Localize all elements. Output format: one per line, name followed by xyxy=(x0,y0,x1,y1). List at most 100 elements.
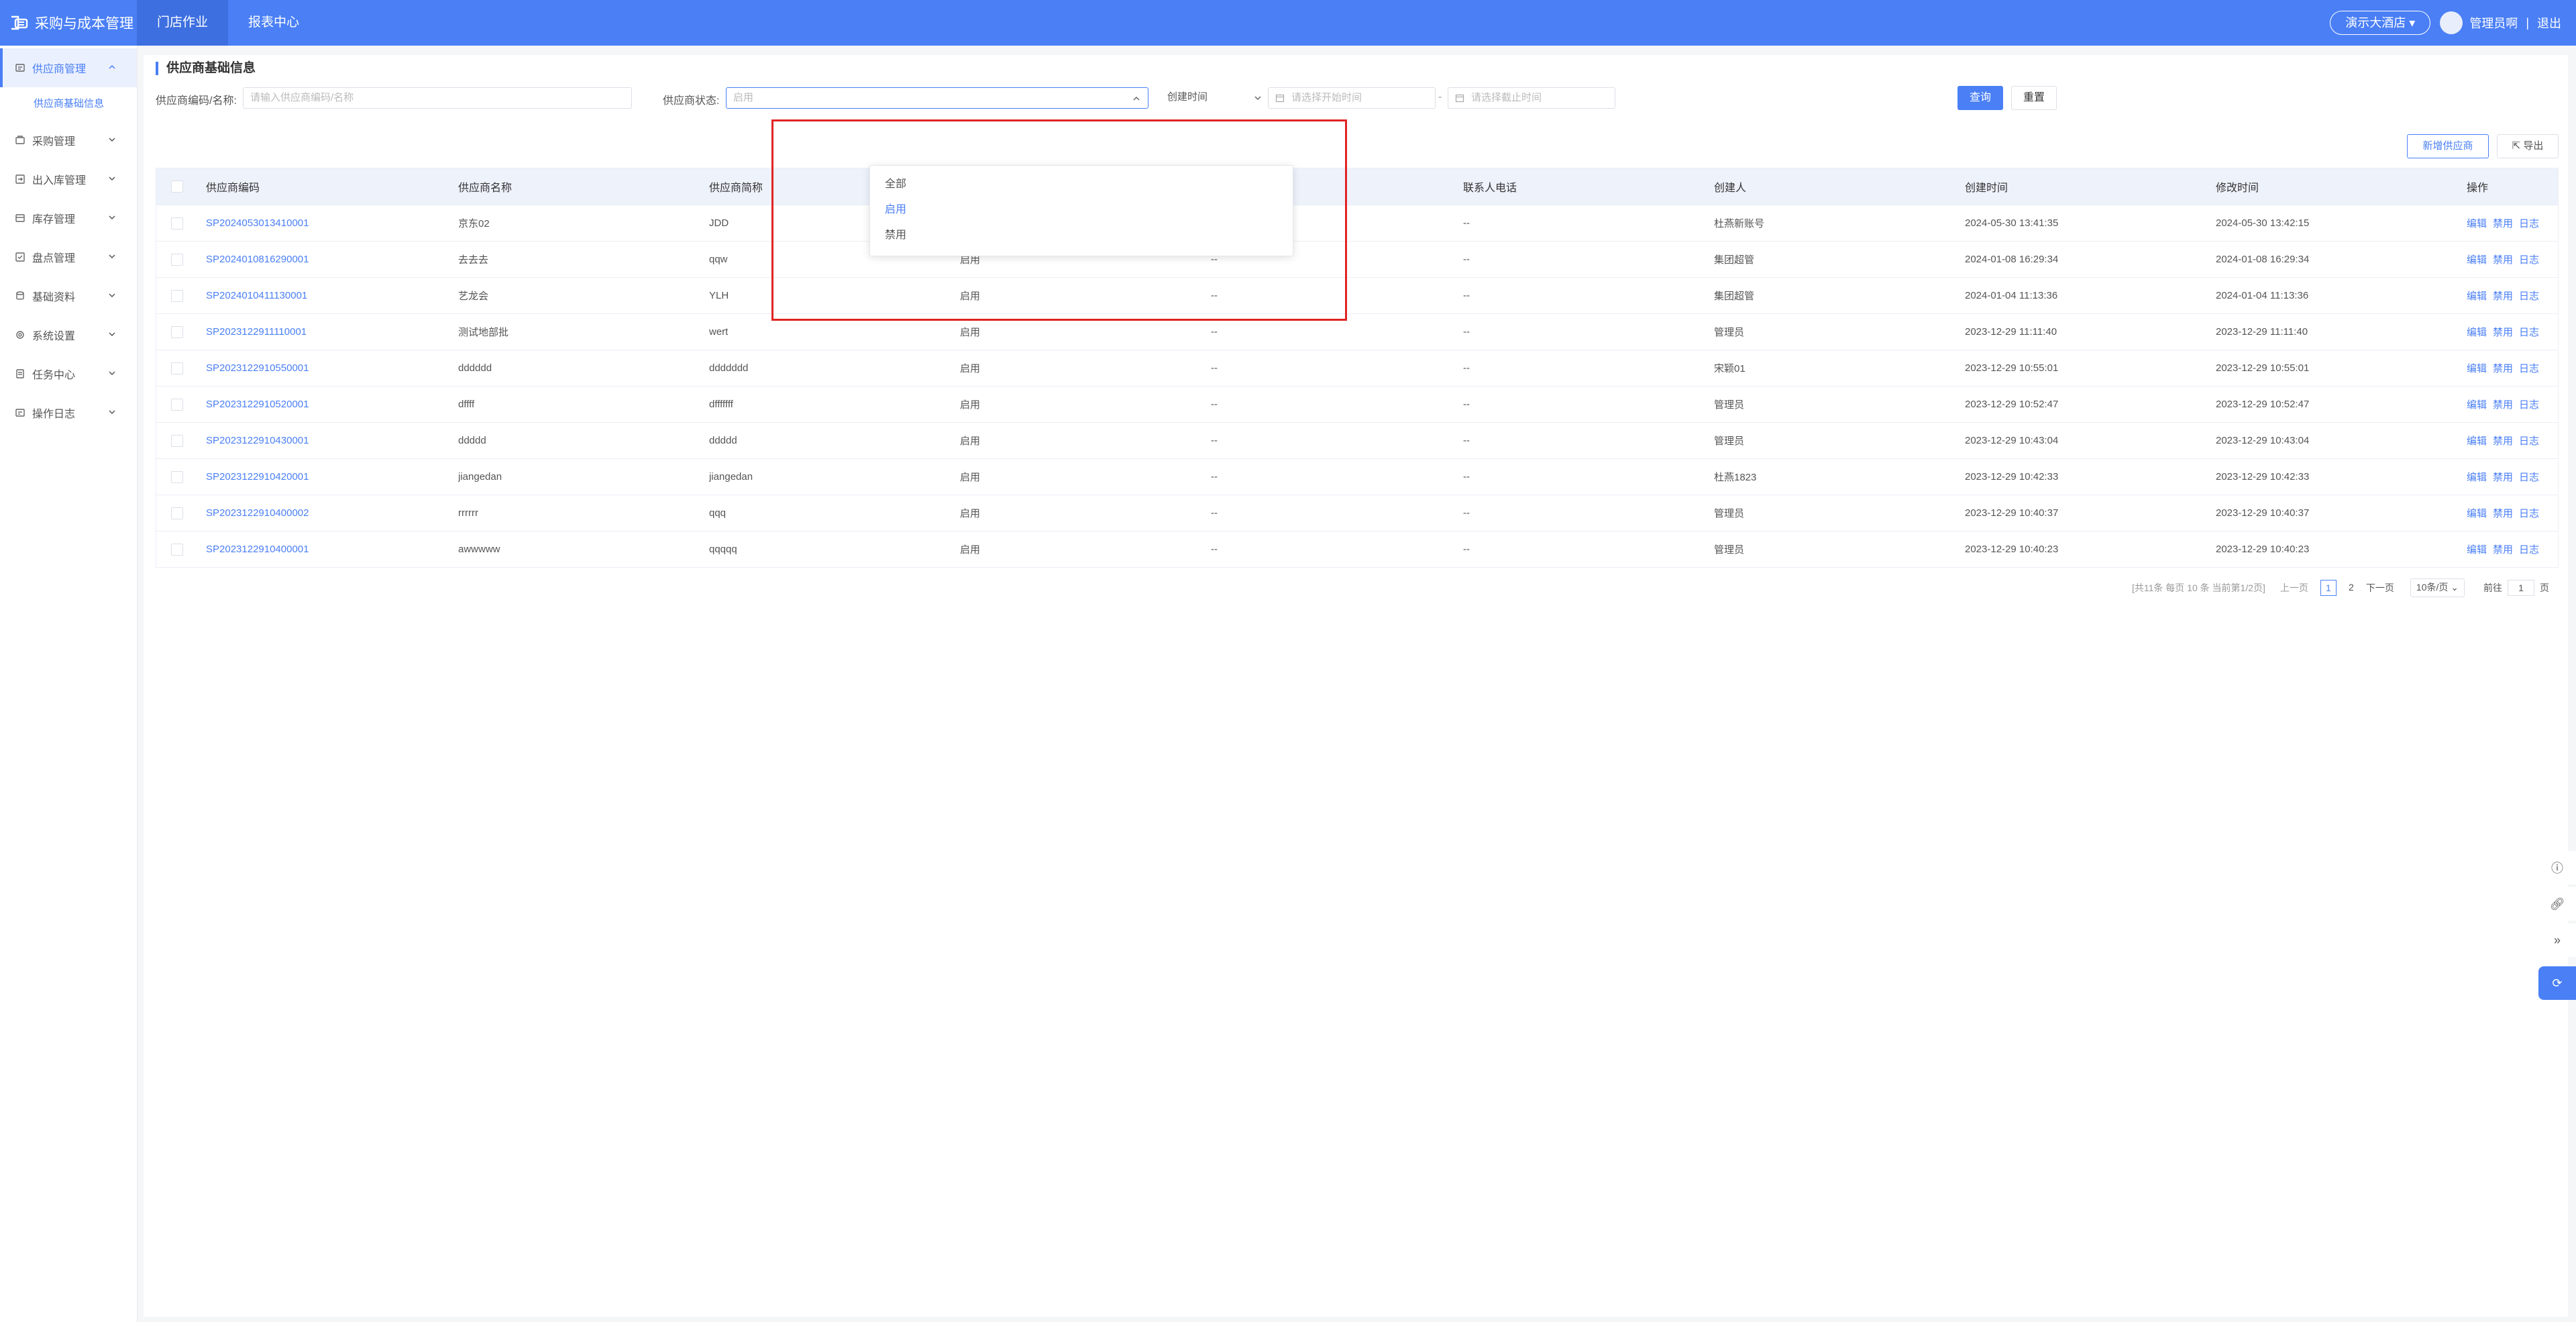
query-button[interactable]: 查询 xyxy=(1957,86,2003,110)
edit-link[interactable]: 编辑 xyxy=(2467,508,2487,519)
next-page-button[interactable]: 下一页 xyxy=(2366,581,2394,595)
support-tool-button[interactable]: ⟳ xyxy=(2538,966,2576,1000)
inout-icon xyxy=(15,174,25,184)
expand-tool-button[interactable]: » xyxy=(2538,923,2576,957)
disable-link[interactable]: 禁用 xyxy=(2493,399,2513,411)
supplier-code[interactable]: SP2024010411130001 xyxy=(206,290,307,301)
edit-link[interactable]: 编辑 xyxy=(2467,544,2487,556)
contact-phone: -- xyxy=(1463,326,1470,338)
sidebar-item-purchase[interactable]: 采购管理 xyxy=(0,121,137,160)
end-date-input[interactable]: 请选择截止时间 xyxy=(1448,87,1615,109)
modified-time-cell: 2023-12-29 10:43:04 xyxy=(2216,435,2467,446)
status-option-all[interactable]: 全部 xyxy=(870,172,1293,197)
help-tool-button[interactable]: ⓘ xyxy=(2538,851,2576,884)
add-supplier-button[interactable]: 新增供应商 xyxy=(2407,134,2489,158)
disable-link[interactable]: 禁用 xyxy=(2493,544,2513,556)
modified-time: 2024-01-08 16:29:34 xyxy=(2216,254,2310,265)
log-link[interactable]: 日志 xyxy=(2519,363,2539,374)
sidebar-item-supplier[interactable]: 供应商管理 xyxy=(0,48,137,87)
user-name[interactable]: 管理员啊 xyxy=(2469,14,2518,32)
log-link[interactable]: 日志 xyxy=(2519,472,2539,483)
time-type-select[interactable]: 创建时间 xyxy=(1161,87,1268,109)
row-checkbox[interactable] xyxy=(171,543,183,556)
supplier-code[interactable]: SP2023122910550001 xyxy=(206,362,309,374)
supplier-code[interactable]: SP2023122910430001 xyxy=(206,435,309,446)
supplier-code[interactable]: SP2024053013410001 xyxy=(206,217,309,229)
ops-contact-cell: -- xyxy=(1211,544,1463,555)
row-checkbox[interactable] xyxy=(171,253,183,266)
supplier-code[interactable]: SP2023122910520001 xyxy=(206,399,309,410)
edit-link[interactable]: 编辑 xyxy=(2467,363,2487,374)
link-tool-button[interactable]: 🔗︎ xyxy=(2538,887,2576,921)
brand[interactable]: 采购与成本管理 xyxy=(0,0,137,46)
sidebar-item-settings[interactable]: 系统设置 xyxy=(0,315,137,354)
disable-link[interactable]: 禁用 xyxy=(2493,327,2513,338)
export-button[interactable]: ⇱ 导出 xyxy=(2497,134,2559,158)
supplier-code[interactable]: SP2023122910400002 xyxy=(206,507,309,519)
topnav-store-ops[interactable]: 门店作业 xyxy=(137,0,229,46)
topnav-report-center[interactable]: 报表中心 xyxy=(228,0,319,46)
sidebar-item-basic-data[interactable]: 基础资料 xyxy=(0,276,137,315)
row-checkbox[interactable] xyxy=(171,398,183,411)
contact-phone: -- xyxy=(1463,507,1470,519)
disable-link[interactable]: 禁用 xyxy=(2493,291,2513,302)
disable-link[interactable]: 禁用 xyxy=(2493,363,2513,374)
log-link[interactable]: 日志 xyxy=(2519,508,2539,519)
row-checkbox[interactable] xyxy=(171,217,183,230)
log-link[interactable]: 日志 xyxy=(2519,254,2539,266)
supplier-code[interactable]: SP2023122910420001 xyxy=(206,471,309,482)
row-checkbox[interactable] xyxy=(171,507,183,519)
supplier-code-input[interactable]: 请输入供应商编码/名称 xyxy=(243,87,632,109)
store-selector[interactable]: 演示大酒店 ▾ xyxy=(2330,11,2431,35)
log-link[interactable]: 日志 xyxy=(2519,218,2539,230)
edit-link[interactable]: 编辑 xyxy=(2467,218,2487,230)
row-checkbox[interactable] xyxy=(171,325,183,338)
sidebar-item-inout[interactable]: 出入库管理 xyxy=(0,160,137,199)
log-link[interactable]: 日志 xyxy=(2519,327,2539,338)
sidebar-item-tasks[interactable]: 任务中心 xyxy=(0,354,137,393)
edit-link[interactable]: 编辑 xyxy=(2467,254,2487,266)
supplier-code[interactable]: SP2024010816290001 xyxy=(206,254,309,265)
reset-button[interactable]: 重置 xyxy=(2011,86,2057,110)
row-checkbox[interactable] xyxy=(171,434,183,447)
edit-link[interactable]: 编辑 xyxy=(2467,291,2487,302)
disable-link[interactable]: 禁用 xyxy=(2493,472,2513,483)
row-checkbox[interactable] xyxy=(171,289,183,302)
contact-phone: -- xyxy=(1463,290,1470,301)
log-link[interactable]: 日志 xyxy=(2519,399,2539,411)
page-size-select[interactable]: 10条/页 ⌄ xyxy=(2410,578,2465,597)
status-select[interactable]: 启用 xyxy=(726,87,1148,109)
goto-page-input[interactable]: 1 xyxy=(2508,580,2534,596)
edit-link[interactable]: 编辑 xyxy=(2467,472,2487,483)
supplier-code[interactable]: SP2023122910400001 xyxy=(206,544,309,555)
created-time-cell: 2024-01-08 16:29:34 xyxy=(1965,254,2216,265)
log-link[interactable]: 日志 xyxy=(2519,291,2539,302)
disable-link[interactable]: 禁用 xyxy=(2493,508,2513,519)
sidebar-item-oplog[interactable]: 操作日志 xyxy=(0,393,137,432)
contact-phone: -- xyxy=(1463,399,1470,410)
logout-link[interactable]: 退出 xyxy=(2537,14,2561,32)
modified-time: 2024-01-04 11:13:36 xyxy=(2216,290,2309,301)
select-all-checkbox[interactable] xyxy=(171,181,183,193)
prev-page-button[interactable]: 上一页 xyxy=(2280,581,2308,595)
row-checkbox[interactable] xyxy=(171,362,183,374)
page-2-button[interactable]: 2 xyxy=(2343,580,2359,596)
page-1-button[interactable]: 1 xyxy=(2320,580,2337,596)
disable-link[interactable]: 禁用 xyxy=(2493,436,2513,447)
status-option-enabled[interactable]: 启用 xyxy=(870,197,1293,223)
disable-link[interactable]: 禁用 xyxy=(2493,254,2513,266)
edit-link[interactable]: 编辑 xyxy=(2467,327,2487,338)
supplier-code[interactable]: SP2023122911110001 xyxy=(206,326,307,338)
disable-link[interactable]: 禁用 xyxy=(2493,218,2513,230)
edit-link[interactable]: 编辑 xyxy=(2467,436,2487,447)
avatar[interactable] xyxy=(2440,11,2463,34)
log-link[interactable]: 日志 xyxy=(2519,436,2539,447)
start-date-input[interactable]: 请选择开始时间 xyxy=(1268,87,1436,109)
sidebar-subitem-supplier-info[interactable]: 供应商基础信息 xyxy=(0,87,137,121)
edit-link[interactable]: 编辑 xyxy=(2467,399,2487,411)
status-option-disabled[interactable]: 禁用 xyxy=(870,223,1293,248)
log-link[interactable]: 日志 xyxy=(2519,544,2539,556)
row-checkbox[interactable] xyxy=(171,470,183,483)
sidebar-item-inventory[interactable]: 库存管理 xyxy=(0,199,137,238)
sidebar-item-stocktake[interactable]: 盘点管理 xyxy=(0,238,137,276)
